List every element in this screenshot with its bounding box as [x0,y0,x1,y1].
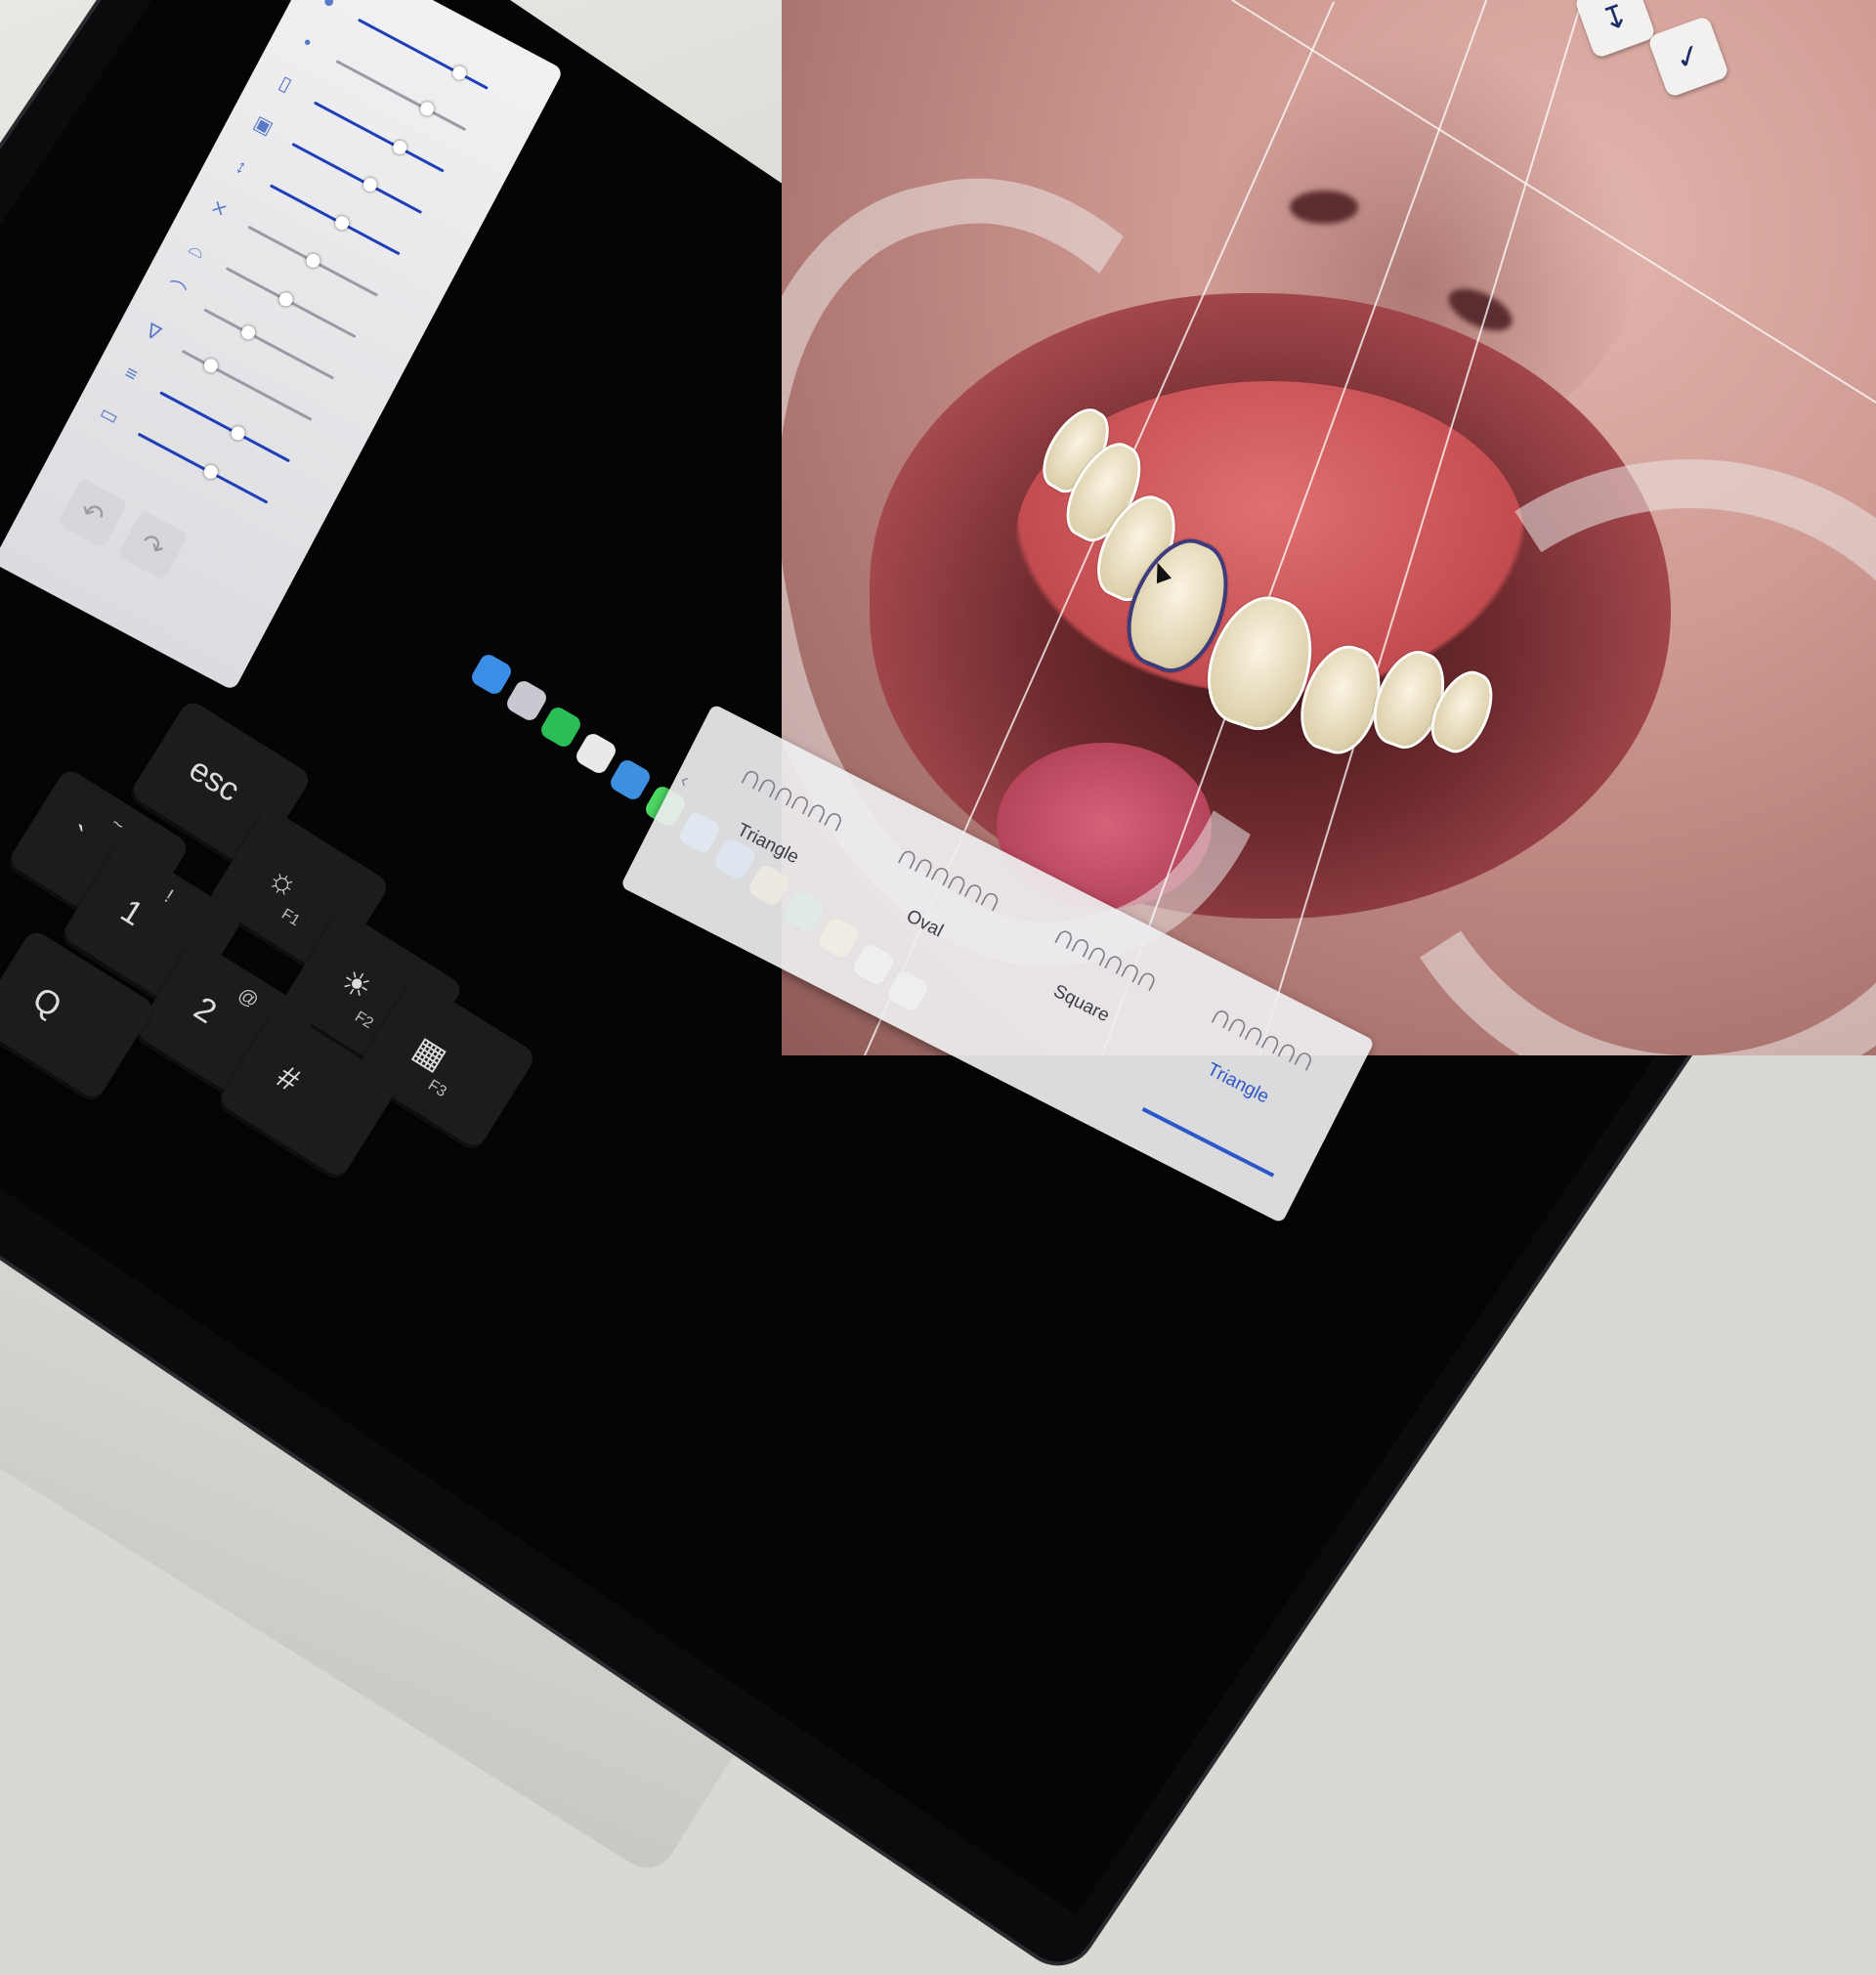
slider-9-knob[interactable] [201,356,221,375]
slider-10-icon: ≡ [120,362,142,387]
key-3-main-label: # [270,1057,307,1100]
slider-8-knob[interactable] [238,322,258,342]
key-q-main-label: Q [25,979,68,1026]
slider-9-icon: ∇ [142,320,164,346]
slider-7-knob[interactable] [277,289,296,309]
undo-icon: ↶ [75,494,110,533]
key-1-sub-label: ! [160,885,177,908]
clipboard-check-icon: ✓ [1670,35,1707,78]
slider-6-knob[interactable] [304,251,322,271]
key-f2-fn-label: F2 [351,1008,376,1033]
redo-button[interactable]: ↷ [117,509,190,581]
slider-5-knob[interactable] [332,213,352,233]
slider-3-icon: ▯ [275,71,295,97]
key-tilde-sub-label: ~ [107,812,129,837]
key-f3-main-label: ▦ [406,1029,453,1078]
nostril-left [1290,191,1358,224]
key-tilde-main-label: ` [60,818,90,857]
key-2-sub-label: @ [234,983,263,1013]
slider-8-icon: ⌒ [161,277,190,306]
slider-11-icon: ▭ [96,402,123,430]
slider-2-icon: • [299,31,316,55]
redo-icon: ↷ [135,526,171,565]
ruler-icon: ↧ [1597,0,1634,39]
key-f1-fn-label: F1 [277,905,303,930]
key-2-main-label: 2 [187,989,224,1032]
key-f1-main-label: ☼ [260,857,307,906]
key-esc-main-label: esc [182,750,246,810]
slider-4-icon: ▣ [249,111,277,140]
slider-2-knob[interactable] [417,99,437,118]
slider-1-knob[interactable] [449,64,469,83]
slider-1-icon: ● [319,0,340,15]
picker-back-arrow[interactable]: ‹ [676,767,694,793]
undo-button[interactable]: ↶ [57,477,129,549]
slider-4-knob[interactable] [361,175,380,194]
slider-11-knob[interactable] [201,462,221,482]
key-1-main-label: 1 [113,891,150,934]
slider-3-knob[interactable] [390,138,409,157]
key-f3-fn-label: F3 [424,1076,449,1101]
slider-10-knob[interactable] [229,423,248,443]
key-f2-main-label: ☀ [333,961,379,1009]
slider-5-icon: ↕ [232,154,251,180]
slider-7-icon: ⌓ [185,236,209,264]
photo-scene: ↧ ✓ ↶ ↷ ● • ▯ ▣ ↕ ⨯ ⌓ ⌒ ∇ ≡ ▭ ‹ ∩∩∩∩∩∩ Triangle ∩∩∩∩… [0,0,1876,1975]
slider-6-icon: ⨯ [206,194,232,223]
